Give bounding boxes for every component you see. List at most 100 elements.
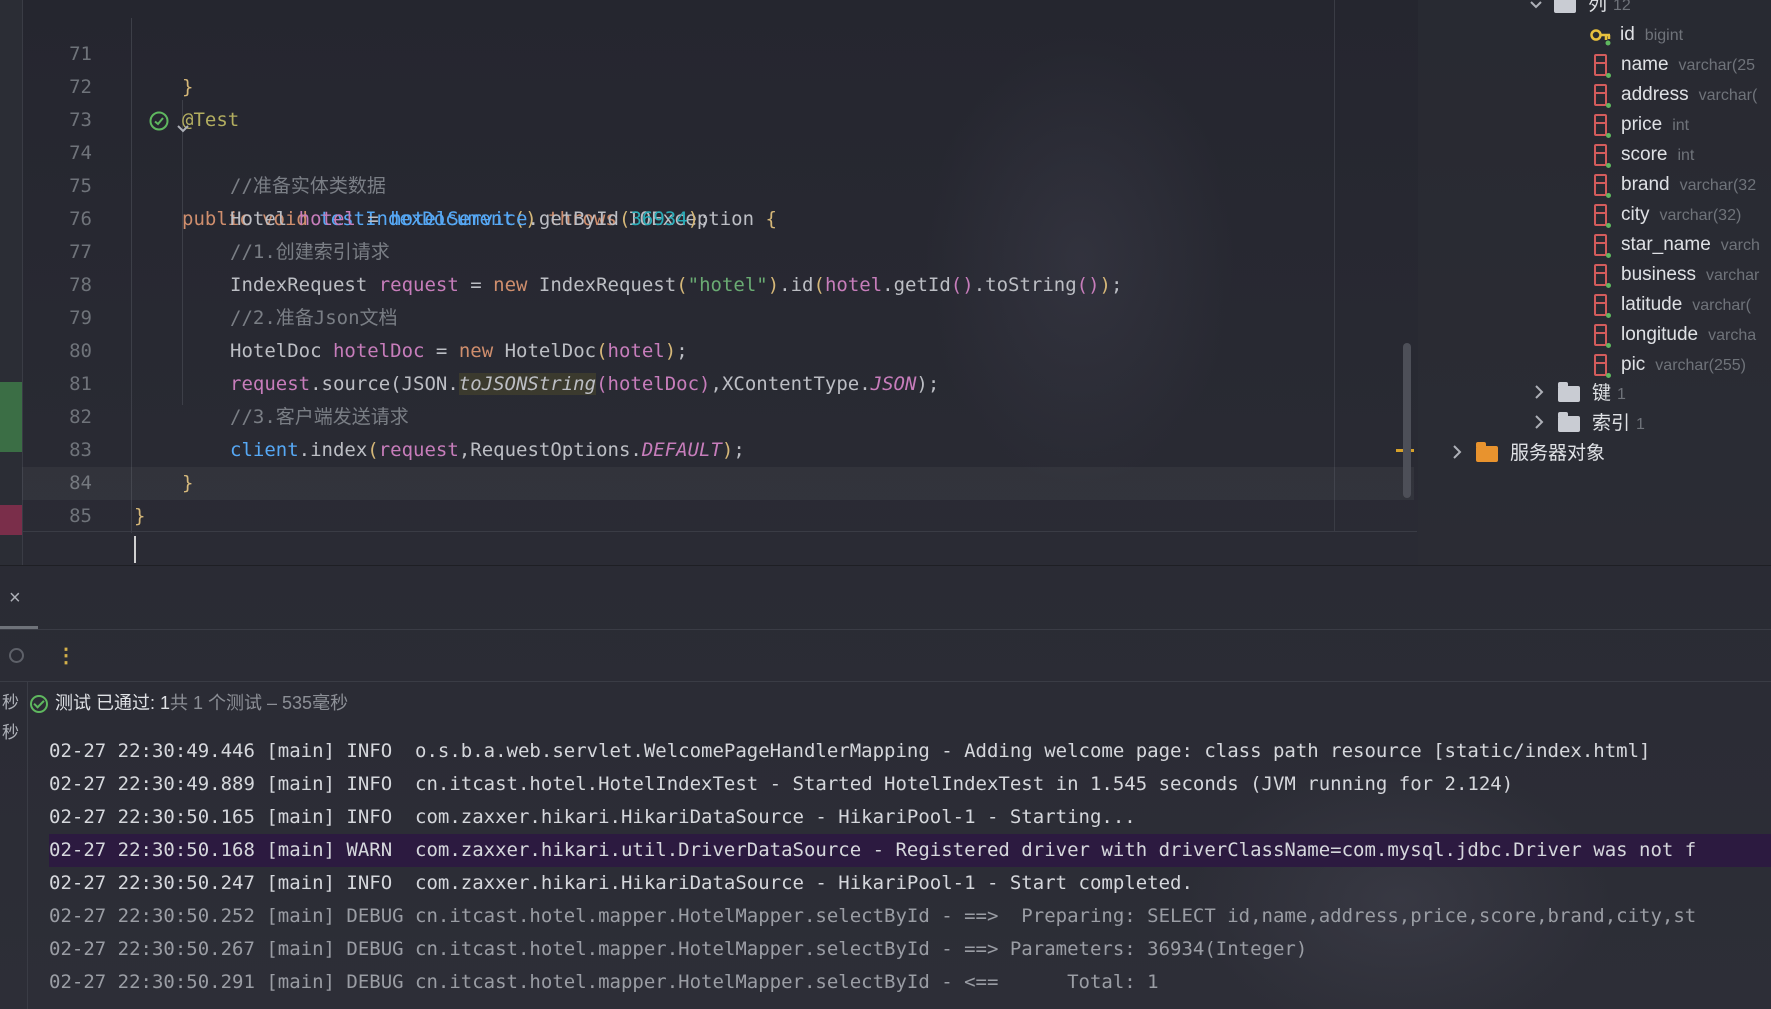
- tree-column-price[interactable]: price int: [1594, 110, 1689, 140]
- code-line[interactable]: 80 request.source(JSON.toJSONString(hote…: [22, 302, 1414, 395]
- code-line[interactable]: 82 client.index(request,RequestOptions.D…: [22, 368, 1414, 461]
- left-tool-strip: [0, 0, 23, 565]
- tree-column-id[interactable]: id bigint: [1590, 20, 1683, 50]
- column-icon: [1594, 233, 1611, 258]
- tree-column-address[interactable]: address varchar(: [1594, 80, 1757, 110]
- folder-count: 12: [1613, 0, 1631, 14]
- server-objects-icon: [1476, 441, 1498, 462]
- editor-divider: [22, 531, 1417, 532]
- code-line[interactable]: 73 public void testIndexDocument() throw…: [22, 71, 1414, 230]
- column-name: longitude: [1621, 324, 1699, 345]
- column-type: varchar(25: [1678, 57, 1756, 74]
- tree-column-score[interactable]: score int: [1594, 140, 1694, 170]
- code-line[interactable]: 79 HotelDoc hotelDoc = new HotelDoc(hote…: [22, 269, 1414, 362]
- column-name: city: [1621, 204, 1650, 225]
- column-icon: [1594, 83, 1611, 108]
- tree-column-pic[interactable]: pic varchar(255): [1594, 350, 1746, 380]
- folder-label: 索引: [1592, 413, 1631, 434]
- column-type: varchar(32: [1679, 177, 1757, 194]
- column-name: price: [1621, 114, 1663, 135]
- column-name: score: [1621, 144, 1668, 165]
- tree-column-star-name[interactable]: star_name varch: [1594, 230, 1760, 260]
- folder-count: 1: [1636, 416, 1645, 433]
- tests-meta: 共 1 个测试 – 535毫秒: [170, 693, 349, 713]
- tree-column-business[interactable]: business varchar: [1594, 260, 1759, 290]
- clock-icon[interactable]: [9, 648, 24, 663]
- folder-icon: [1558, 381, 1580, 402]
- column-type: bigint: [1644, 27, 1684, 44]
- column-icon: [1594, 173, 1611, 198]
- tree-column-brand[interactable]: brand varchar(32: [1594, 170, 1756, 200]
- tree-column-latitude[interactable]: latitude varchar(: [1594, 290, 1751, 320]
- column-type: int: [1672, 117, 1690, 134]
- log-line: 02-27 22:30:50.165 [main] INFO com.zaxxe…: [49, 806, 1136, 828]
- column-name: pic: [1621, 354, 1646, 375]
- column-type: varchar: [1706, 267, 1760, 284]
- strip-marker-red: [0, 505, 22, 535]
- tree-folder-keys[interactable]: 键1: [1534, 379, 1626, 409]
- more-options-icon[interactable]: ⋮: [56, 646, 76, 666]
- duration-label: 秒: [2, 693, 19, 712]
- code-line[interactable]: 76 //1.创建索引请求: [22, 170, 1414, 263]
- editor-scrollbar[interactable]: [1403, 343, 1411, 498]
- code-line[interactable]: 81 //3.客户端发送请求: [22, 335, 1414, 428]
- column-type: varchar(255): [1655, 357, 1746, 374]
- column-icon: [1594, 203, 1611, 228]
- code-line[interactable]: 77 IndexRequest request = new IndexReque…: [22, 203, 1414, 296]
- column-icon: [1594, 293, 1611, 318]
- code-line-current[interactable]: 85: [22, 467, 1414, 563]
- column-name: brand: [1621, 174, 1670, 195]
- column-type: varcha: [1708, 327, 1757, 344]
- code-line[interactable]: 71 }: [22, 5, 1414, 98]
- column-type: varchar(32): [1659, 207, 1742, 224]
- log-line: 02-27 22:30:50.291 [main] DEBUG cn.itcas…: [49, 971, 1159, 993]
- database-tree[interactable]: 列 12 id bigint name varchar(25 address varch…: [1418, 0, 1771, 565]
- duration-label: 秒: [2, 723, 19, 742]
- column-type: varch: [1720, 237, 1760, 254]
- tree-folder-columns[interactable]: 列 12: [1530, 0, 1631, 20]
- tree-server-objects[interactable]: 服务器对象: [1452, 439, 1605, 469]
- column-icon: [1594, 263, 1611, 288]
- log-line: 02-27 22:30:49.889 [main] INFO cn.itcast…: [49, 773, 1514, 795]
- log-line: 02-27 22:30:50.267 [main] DEBUG cn.itcas…: [49, 938, 1308, 960]
- tree-folder-index[interactable]: 索引 1: [1534, 409, 1645, 439]
- folder-label: 列: [1588, 0, 1608, 15]
- panel-divider: [0, 565, 1771, 566]
- folder-label: 键: [1592, 383, 1612, 404]
- column-type: varchar(: [1692, 297, 1751, 314]
- text-caret: [134, 536, 136, 563]
- code-line[interactable]: 72 @Test: [22, 38, 1414, 131]
- folder-icon: [1554, 0, 1576, 13]
- column-name: latitude: [1621, 294, 1683, 315]
- column-icon: [1594, 113, 1611, 138]
- code-line[interactable]: 84 }: [22, 434, 1414, 527]
- test-status-bar: 测试 已通过: 1共 1 个测试 – 535毫秒: [30, 690, 348, 716]
- panel-divider: [0, 681, 1771, 682]
- tree-column-longitude[interactable]: longitude varcha: [1594, 320, 1756, 350]
- tree-column-city[interactable]: city varchar(32): [1594, 200, 1741, 230]
- code-line[interactable]: 83 }: [22, 401, 1414, 494]
- column-name: name: [1621, 54, 1669, 75]
- code-line[interactable]: 78 //2.准备Json文档: [22, 236, 1414, 329]
- column-type: int: [1677, 147, 1695, 164]
- chevron-down-icon[interactable]: [1530, 0, 1542, 21]
- check-circle-icon: [30, 695, 48, 714]
- chevron-right-icon[interactable]: [1534, 380, 1544, 410]
- tree-column-name[interactable]: name varchar(25: [1594, 50, 1755, 80]
- line-number: 85: [69, 505, 92, 527]
- column-icon: [1594, 323, 1611, 348]
- code-editor[interactable]: 71 } 72 @Test 73 public void testIndexDo…: [0, 0, 1418, 565]
- code-line[interactable]: 75 Hotel hotel = hotelService.getById(36…: [22, 137, 1414, 230]
- log-line-warning: 02-27 22:30:50.168 [main] WARN com.zaxxe…: [49, 834, 1771, 867]
- close-icon[interactable]: ×: [9, 588, 21, 608]
- console-output[interactable]: 02-27 22:30:49.446 [main] INFO o.s.b.a.w…: [49, 735, 1771, 999]
- log-line: 02-27 22:30:50.247 [main] INFO com.zaxxe…: [49, 872, 1193, 894]
- chevron-right-icon[interactable]: [1452, 440, 1462, 470]
- chevron-right-icon[interactable]: [1534, 410, 1544, 440]
- code-line[interactable]: 74 //准备实体类数据: [22, 104, 1414, 197]
- folder-count: 1: [1617, 386, 1626, 403]
- panel-divider: [0, 629, 1771, 630]
- folder-label: 服务器对象: [1510, 443, 1606, 464]
- log-line: 02-27 22:30:50.252 [main] DEBUG cn.itcas…: [49, 905, 1697, 927]
- test-tree-divider: [27, 682, 28, 1009]
